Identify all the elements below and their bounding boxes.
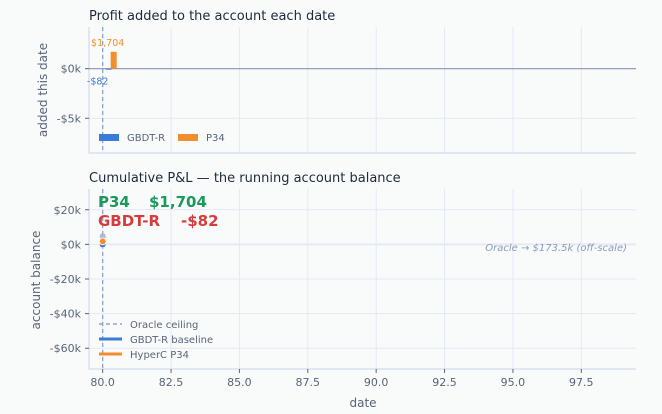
x-tick-label: 90.0 (364, 376, 389, 389)
figure: Profit added to the account each date ad… (0, 0, 662, 414)
profit-panel-title: Profit added to the account each date (89, 9, 335, 24)
bar-data-label: $1,704 (91, 38, 124, 49)
point-hyperc-p34 (98, 237, 107, 246)
y-tick-label: $20k (54, 204, 82, 217)
legend-label-oracle: Oracle ceiling (130, 320, 198, 331)
x-tick-label: 82.5 (159, 376, 184, 389)
balance-panel-title: Cumulative P&L — the running account bal… (89, 171, 401, 186)
legend-label-hyperc-p34: HyperC P34 (130, 350, 189, 361)
y-tick-label: $0k (61, 238, 82, 251)
y-tick-label: $0k (61, 63, 82, 76)
summary-p34-name: P34 (98, 193, 130, 211)
y-tick-label: -$20k (50, 273, 82, 286)
legend-swatch-gbdt-r (99, 134, 119, 141)
summary-p34-value: $1,704 (149, 193, 207, 211)
summary-gbdt-r-value: -$82 (181, 212, 219, 230)
x-tick-label: 97.5 (569, 376, 594, 389)
x-tick-label: 87.5 (296, 376, 321, 389)
balance-x-axis-label: date (349, 396, 376, 410)
balance-y-axis-label: account balance (29, 231, 43, 330)
y-tick-label: -$5k (57, 112, 82, 125)
x-tick-label: 80.0 (90, 376, 115, 389)
profit-y-axis-label: added this date (36, 43, 50, 137)
x-tick-label: 92.5 (432, 376, 457, 389)
summary-readout: P34 $1,704 GBDT-R -$82 (98, 193, 219, 230)
summary-gbdt-r-name: GBDT-R (98, 212, 160, 230)
legend-label-gbdt-r-baseline: GBDT-R baseline (130, 335, 213, 346)
legend-label-p34: P34 (206, 133, 225, 144)
x-tick-label: 85.0 (227, 376, 252, 389)
bar-data-label: -$82 (87, 76, 109, 87)
oracle-off-scale-annotation: Oracle → $173.5k (off-scale) (485, 243, 627, 254)
y-tick-label: -$60k (50, 342, 82, 355)
x-tick-label: 95.0 (501, 376, 526, 389)
bar-p34 (110, 51, 117, 69)
y-tick-label: -$40k (50, 308, 82, 321)
bar-gbdt-r (105, 68, 112, 70)
legend-swatch-p34 (178, 134, 198, 141)
legend-label-gbdt-r: GBDT-R (127, 133, 165, 144)
